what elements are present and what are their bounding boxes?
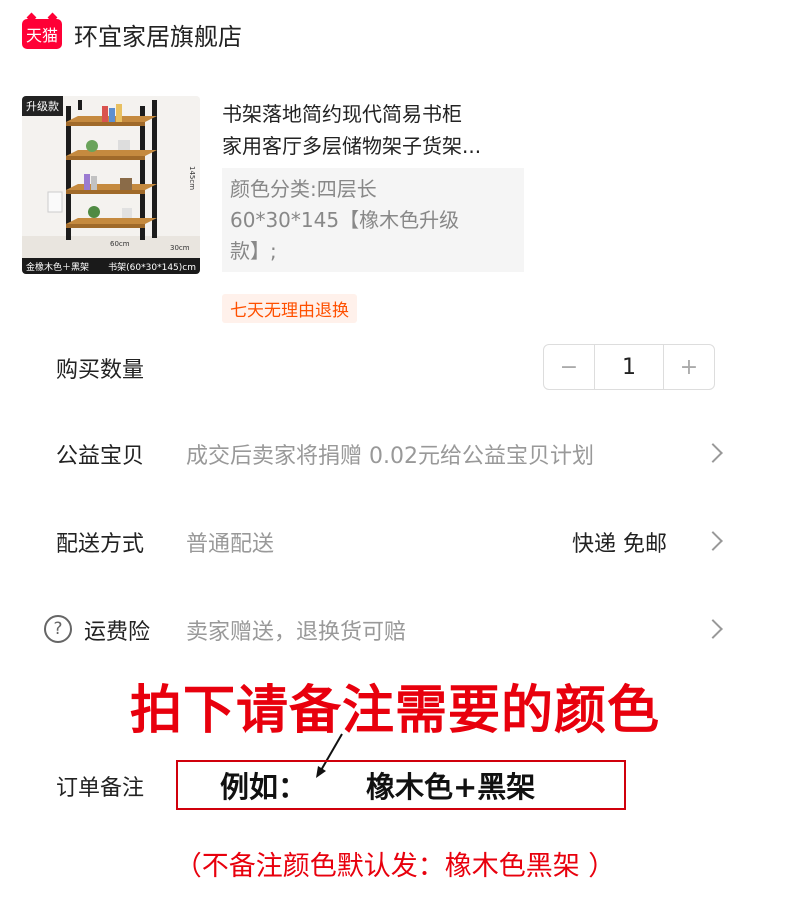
quantity-plus-button[interactable]: + [664,345,714,389]
charity-chevron-icon[interactable] [703,443,723,463]
delivery-chevron-icon[interactable] [703,531,723,551]
thumb-caption-size: 书架(60*30*145)cm [108,262,196,273]
dimension-height: 145cm [188,166,196,191]
product-title-line1: 书架落地简约现代简易书柜 [222,102,462,126]
shop-header[interactable]: 天猫 环宜家居旗舰店 [22,14,242,54]
insurance-label: 运费险 [84,620,151,645]
dimension-width: 60cm [110,240,130,248]
sku-line3: 款】; [230,239,277,263]
shop-name[interactable]: 环宜家居旗舰店 [74,17,242,52]
charity-label: 公益宝贝 [56,444,145,469]
product-image[interactable]: 升级款 145cm 60cm 30cm 金橡木色＋黑架 书架(60*30*145… [22,96,200,274]
sku-selection[interactable]: 颜色分类:四层长 60*30*145【橡木色升级 款】; [222,168,524,272]
quantity-value[interactable]: 1 [594,345,664,389]
sku-line1: 颜色分类:四层长 [230,177,377,201]
order-remark-label: 订单备注 [56,776,145,801]
insurance-chevron-icon[interactable] [703,619,723,639]
order-remark-input[interactable]: 例如： 橡木色+黑架 [176,760,626,810]
remark-example-value: 橡木色+黑架 [366,770,536,804]
thumb-caption-color: 金橡木色＋黑架 [26,262,90,273]
tmall-logo-icon: 天猫 [22,19,62,49]
quantity-stepper[interactable]: − 1 + [543,344,715,390]
color-remark-headline: 拍下请备注需要的颜色 [129,681,660,741]
delivery-label: 配送方式 [56,532,145,557]
sku-line2: 60*30*145【橡木色升级 [230,208,460,232]
delivery-option[interactable]: 快递 免邮 [572,526,667,558]
remark-example-prefix: 例如： [220,770,308,804]
thumb-caption: 金橡木色＋黑架 书架(60*30*145)cm [22,258,200,274]
charity-value[interactable]: 成交后卖家将捐赠 0.02元给公益宝贝计划 [186,438,594,470]
dimension-depth: 30cm [170,244,190,252]
default-color-note: （不备注颜色默认发：橡木色黑架 ） [174,851,616,882]
upgrade-badge: 升级款 [22,96,63,116]
quantity-minus-button[interactable]: − [544,345,594,389]
product-title-line2: 家用客厅多层储物架子货架... [222,134,482,158]
insurance-value[interactable]: 卖家赠送，退换货可赔 [186,614,406,646]
quantity-label: 购买数量 [56,358,145,383]
help-icon[interactable]: ? [44,615,72,643]
product-title[interactable]: 书架落地简约现代简易书柜 家用客厅多层储物架子货架... [222,98,532,162]
delivery-value[interactable]: 普通配送 [186,526,274,558]
return-policy-tag: 七天无理由退换 [222,294,357,323]
